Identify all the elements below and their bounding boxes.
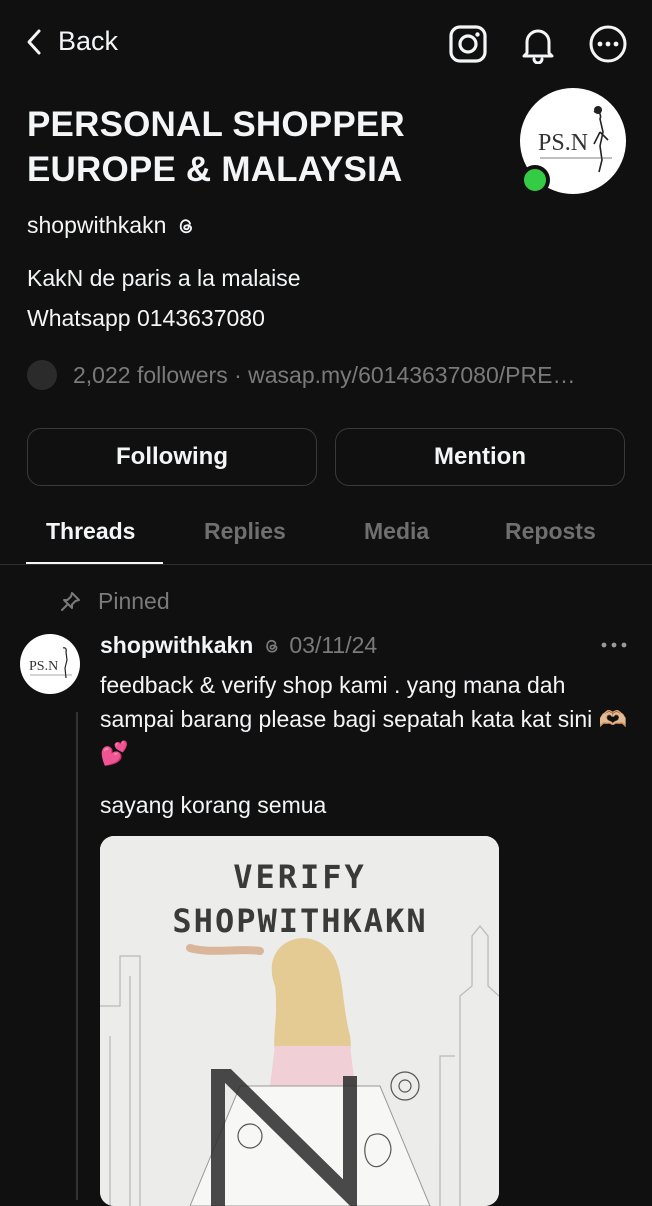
profile-name: PERSONAL SHOPPER EUROPE & MALAYSIA — [27, 102, 487, 192]
threads-badge-icon — [180, 218, 193, 233]
pinned-label: Pinned — [98, 588, 170, 614]
post-more-icon[interactable] — [600, 636, 628, 654]
top-actions — [448, 24, 628, 65]
chevron-left-icon — [27, 29, 41, 54]
profile-tabs: Threads Replies Media Reposts — [0, 506, 652, 565]
profile-name-line2: EUROPE & MALAYSIA — [27, 150, 403, 189]
pin-icon — [61, 591, 80, 611]
threads-badge-icon — [266, 639, 278, 653]
profile-handle: shopwithkakn — [27, 212, 167, 238]
online-status-dot — [520, 165, 550, 195]
image-text-line1: VERIFY — [233, 858, 367, 896]
post-author[interactable]: shopwithkakn — [100, 632, 253, 659]
tab-media[interactable]: Media — [364, 518, 429, 545]
post-image[interactable]: VERIFY SHOPWITHKAKN — [100, 836, 499, 1206]
profile-bio: KakN de paris a la malaise Whatsapp 0143… — [27, 258, 301, 338]
image-text-line2: SHOPWITHKAKN — [172, 902, 427, 940]
back-label: Back — [58, 26, 119, 56]
follower-avatar — [27, 360, 57, 390]
instagram-icon[interactable] — [448, 24, 488, 64]
bio-line-1: KakN de paris a la malaise — [27, 265, 301, 291]
mention-button[interactable]: Mention — [335, 428, 625, 486]
more-icon[interactable] — [588, 24, 628, 64]
post-header: shopwithkakn 03/11/24 — [100, 632, 377, 659]
thread-line — [76, 712, 78, 1200]
post-date: 03/11/24 — [289, 632, 378, 658]
post-text: feedback & verify shop kami . yang mana … — [100, 672, 628, 766]
tab-threads[interactable]: Threads — [46, 518, 135, 545]
post-author-avatar[interactable]: PS.N — [20, 634, 80, 694]
svg-text:PS.N: PS.N — [29, 659, 58, 674]
back-button[interactable]: Back — [24, 26, 118, 57]
bio-line-2: Whatsapp 0143637080 — [27, 305, 265, 331]
profile-handle-row[interactable]: shopwithkakn — [27, 212, 196, 239]
followers-row[interactable]: 2,022 followers · wasap.my/60143637080/P… — [27, 360, 627, 390]
profile-name-line1: PERSONAL SHOPPER — [27, 105, 405, 144]
post-text-secondary: sayang korang semua — [100, 792, 327, 818]
tab-replies[interactable]: Replies — [204, 518, 286, 545]
pinned-indicator: Pinned — [58, 588, 170, 615]
followers-link-text: 2,022 followers · wasap.my/60143637080/P… — [73, 361, 576, 388]
bell-icon[interactable] — [518, 24, 558, 65]
tab-reposts[interactable]: Reposts — [505, 518, 596, 545]
avatar-logo-text: PS.N — [538, 130, 588, 156]
active-tab-indicator — [26, 562, 163, 564]
following-button[interactable]: Following — [27, 428, 317, 486]
